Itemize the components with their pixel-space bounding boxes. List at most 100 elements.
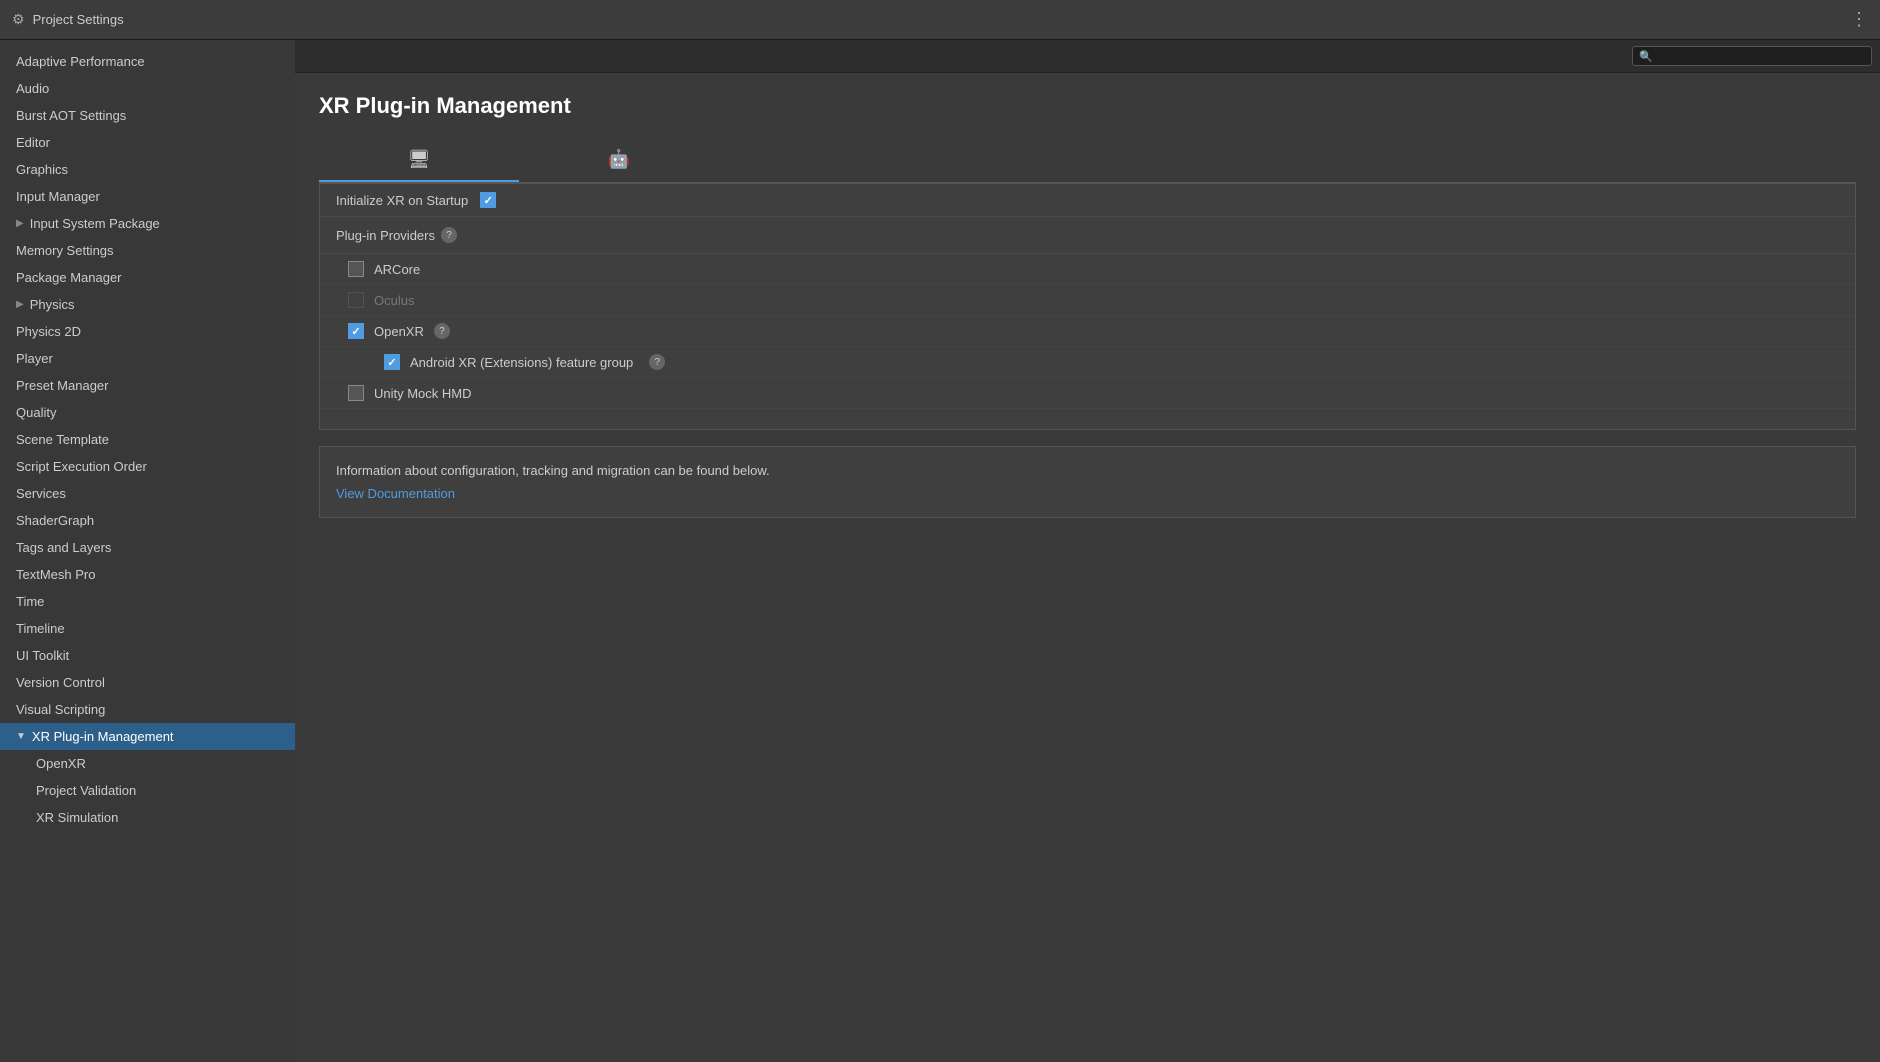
sidebar-item-label: Scene Template (16, 432, 109, 447)
content-area: 🔍 XR Plug-in Management 🖥 🤖 Initiali (295, 40, 1880, 1062)
search-container[interactable]: 🔍 (1632, 46, 1872, 66)
sidebar-item-label: Project Validation (36, 783, 136, 798)
sidebar-item-label: OpenXR (36, 756, 86, 771)
sidebar-item-label: UI Toolkit (16, 648, 69, 663)
oculus-label: Oculus (374, 293, 414, 308)
info-text: Information about configuration, trackin… (336, 463, 1839, 478)
sidebar-item-time[interactable]: Time (0, 588, 295, 615)
sidebar-item-label: XR Plug-in Management (32, 729, 174, 744)
sidebar-item-label: Adaptive Performance (16, 54, 145, 69)
sidebar-item-label: Quality (16, 405, 56, 420)
search-icon: 🔍 (1639, 50, 1653, 63)
sidebar-item-xr-simulation[interactable]: XR Simulation (0, 804, 295, 831)
android-xr-checkbox[interactable] (384, 354, 400, 370)
sidebar-item-label: ShaderGraph (16, 513, 94, 528)
sidebar-item-burst-aot-settings[interactable]: Burst AOT Settings (0, 102, 295, 129)
sidebar-item-physics-2d[interactable]: Physics 2D (0, 318, 295, 345)
sidebar-item-label: Services (16, 486, 66, 501)
page-content: XR Plug-in Management 🖥 🤖 Initialize XR … (295, 73, 1880, 1062)
sidebar-item-services[interactable]: Services (0, 480, 295, 507)
sidebar-item-label: Memory Settings (16, 243, 114, 258)
sidebar-item-ui-toolkit[interactable]: UI Toolkit (0, 642, 295, 669)
sidebar-item-label: Input System Package (30, 216, 160, 231)
gear-icon: ⚙ (12, 11, 25, 28)
sidebar-item-quality[interactable]: Quality (0, 399, 295, 426)
sidebar-item-project-validation[interactable]: Project Validation (0, 777, 295, 804)
info-section: Information about configuration, trackin… (319, 446, 1856, 518)
initialize-xr-label: Initialize XR on Startup (336, 193, 468, 208)
oculus-checkbox[interactable] (348, 292, 364, 308)
sidebar: Adaptive Performance Audio Burst AOT Setti… (0, 40, 295, 1062)
main-layout: Adaptive Performance Audio Burst AOT Setti… (0, 40, 1880, 1062)
settings-panel: Initialize XR on Startup Plug-in Provide… (319, 183, 1856, 430)
sidebar-item-adaptive-performance[interactable]: Adaptive Performance (0, 48, 295, 75)
sidebar-item-label: Tags and Layers (16, 540, 111, 555)
sidebar-item-label: Input Manager (16, 189, 100, 204)
plugin-providers-header: Plug-in Providers ? (320, 217, 1855, 254)
sidebar-item-label: TextMesh Pro (16, 567, 95, 582)
sidebar-item-player[interactable]: Player (0, 345, 295, 372)
desktop-icon: 🖥 (408, 149, 431, 170)
sidebar-item-package-manager[interactable]: Package Manager (0, 264, 295, 291)
tab-android[interactable]: 🤖 (519, 139, 719, 182)
sidebar-item-visual-scripting[interactable]: Visual Scripting (0, 696, 295, 723)
sidebar-item-tags-and-layers[interactable]: Tags and Layers (0, 534, 295, 561)
sidebar-item-input-manager[interactable]: Input Manager (0, 183, 295, 210)
search-input[interactable] (1657, 49, 1865, 63)
android-xr-label: Android XR (Extensions) feature group (410, 355, 633, 370)
sidebar-item-label: Editor (16, 135, 50, 150)
tab-desktop[interactable]: 🖥 (319, 139, 519, 182)
sidebar-item-label: XR Simulation (36, 810, 118, 825)
sidebar-item-graphics[interactable]: Graphics (0, 156, 295, 183)
arcore-label: ARCore (374, 262, 420, 277)
sidebar-item-label: Script Execution Order (16, 459, 147, 474)
unity-mock-hmd-row: Unity Mock HMD (320, 378, 1855, 409)
android-xr-help-icon[interactable]: ? (649, 354, 665, 370)
openxr-label: OpenXR (374, 324, 424, 339)
sidebar-item-label: Player (16, 351, 53, 366)
sidebar-item-memory-settings[interactable]: Memory Settings (0, 237, 295, 264)
sidebar-item-label: Preset Manager (16, 378, 109, 393)
title-bar-menu-icon[interactable]: ⋮ (1850, 9, 1868, 30)
sidebar-item-audio[interactable]: Audio (0, 75, 295, 102)
title-bar: ⚙ Project Settings ⋮ (0, 0, 1880, 40)
sidebar-item-label: Burst AOT Settings (16, 108, 126, 123)
plugin-providers-label: Plug-in Providers (336, 228, 435, 243)
sidebar-item-input-system-package[interactable]: ▶Input System Package (0, 210, 295, 237)
sidebar-item-label: Visual Scripting (16, 702, 105, 717)
arcore-checkbox[interactable] (348, 261, 364, 277)
unity-mock-hmd-label: Unity Mock HMD (374, 386, 472, 401)
plugin-providers-help-icon[interactable]: ? (441, 227, 457, 243)
sidebar-item-openxr[interactable]: OpenXR (0, 750, 295, 777)
sidebar-item-label: Audio (16, 81, 49, 96)
arrow-right-icon: ▶ (16, 299, 24, 310)
openxr-checkbox[interactable] (348, 323, 364, 339)
window-title: Project Settings (33, 12, 124, 27)
title-bar-left: ⚙ Project Settings (12, 11, 124, 28)
arrow-down-icon: ▼ (16, 731, 26, 742)
unity-mock-hmd-checkbox[interactable] (348, 385, 364, 401)
sidebar-item-script-execution-order[interactable]: Script Execution Order (0, 453, 295, 480)
openxr-help-icon[interactable]: ? (434, 323, 450, 339)
sidebar-item-timeline[interactable]: Timeline (0, 615, 295, 642)
oculus-row: Oculus (320, 285, 1855, 316)
initialize-xr-checkbox[interactable] (480, 192, 496, 208)
android-icon: 🤖 (608, 149, 630, 170)
openxr-row: OpenXR ? (320, 316, 1855, 347)
sidebar-item-xr-plugin-management[interactable]: ▼ XR Plug-in Management (0, 723, 295, 750)
sidebar-item-editor[interactable]: Editor (0, 129, 295, 156)
tabs-container: 🖥 🤖 (319, 139, 1856, 183)
sidebar-item-textmesh-pro[interactable]: TextMesh Pro (0, 561, 295, 588)
sidebar-item-label: Physics 2D (16, 324, 81, 339)
sidebar-item-version-control[interactable]: Version Control (0, 669, 295, 696)
sidebar-item-physics[interactable]: ▶ Physics (0, 291, 295, 318)
sidebar-item-shadergraph[interactable]: ShaderGraph (0, 507, 295, 534)
view-documentation-link[interactable]: View Documentation (336, 486, 455, 501)
spacer (320, 409, 1855, 429)
sidebar-item-scene-template[interactable]: Scene Template (0, 426, 295, 453)
sidebar-item-label: Version Control (16, 675, 105, 690)
sidebar-item-label: Physics (30, 297, 75, 312)
search-bar: 🔍 (295, 40, 1880, 73)
page-title: XR Plug-in Management (319, 93, 1856, 119)
sidebar-item-preset-manager[interactable]: Preset Manager (0, 372, 295, 399)
